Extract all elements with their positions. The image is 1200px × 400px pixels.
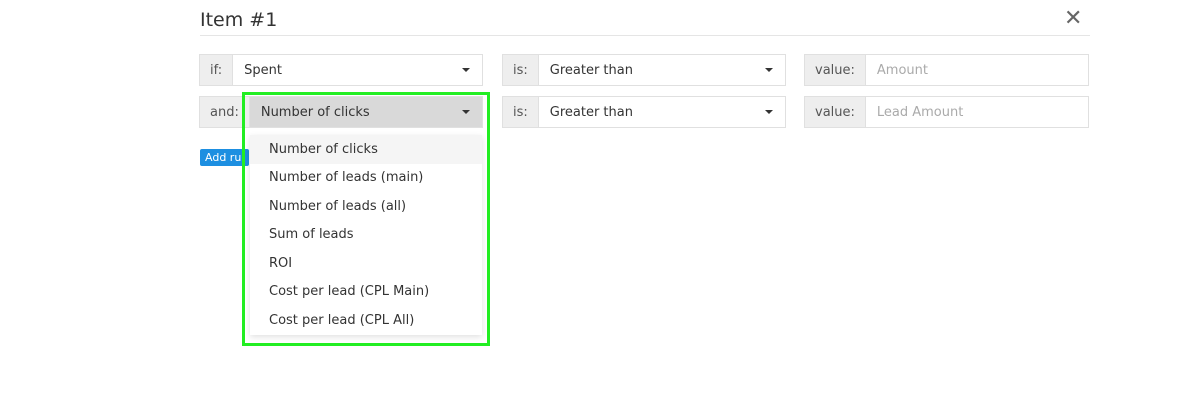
highlight-box: [242, 92, 490, 346]
if-operator-select[interactable]: is: Greater than: [502, 54, 786, 86]
caret-down-icon: [765, 68, 773, 72]
is-label: is:: [503, 55, 539, 85]
if-label: if:: [200, 55, 234, 85]
if-field-value-box[interactable]: Spent: [233, 55, 482, 85]
value-label: value:: [805, 55, 866, 85]
if-field-select[interactable]: if: Spent: [199, 54, 483, 86]
and-operator-value: Greater than: [549, 104, 633, 120]
caret-down-icon: [462, 68, 470, 72]
if-value-input-group: value: Amount: [804, 54, 1089, 86]
and-operator-select[interactable]: is: Greater than: [502, 96, 786, 128]
if-operator-value: Greater than: [549, 62, 633, 78]
if-operator-value-box[interactable]: Greater than: [539, 55, 785, 85]
close-icon[interactable]: ✕: [1064, 8, 1082, 30]
value-label: value:: [805, 97, 866, 127]
and-value-input-group: value: Lead Amount: [804, 96, 1089, 128]
divider: [200, 35, 1090, 36]
caret-down-icon: [765, 110, 773, 114]
if-value-input[interactable]: Amount: [866, 55, 1088, 85]
and-value-input[interactable]: Lead Amount: [866, 97, 1088, 127]
if-field-value: Spent: [244, 62, 282, 78]
modal-title: Item #1: [200, 9, 278, 31]
is-label: is:: [503, 97, 539, 127]
and-operator-value-box[interactable]: Greater than: [539, 97, 785, 127]
